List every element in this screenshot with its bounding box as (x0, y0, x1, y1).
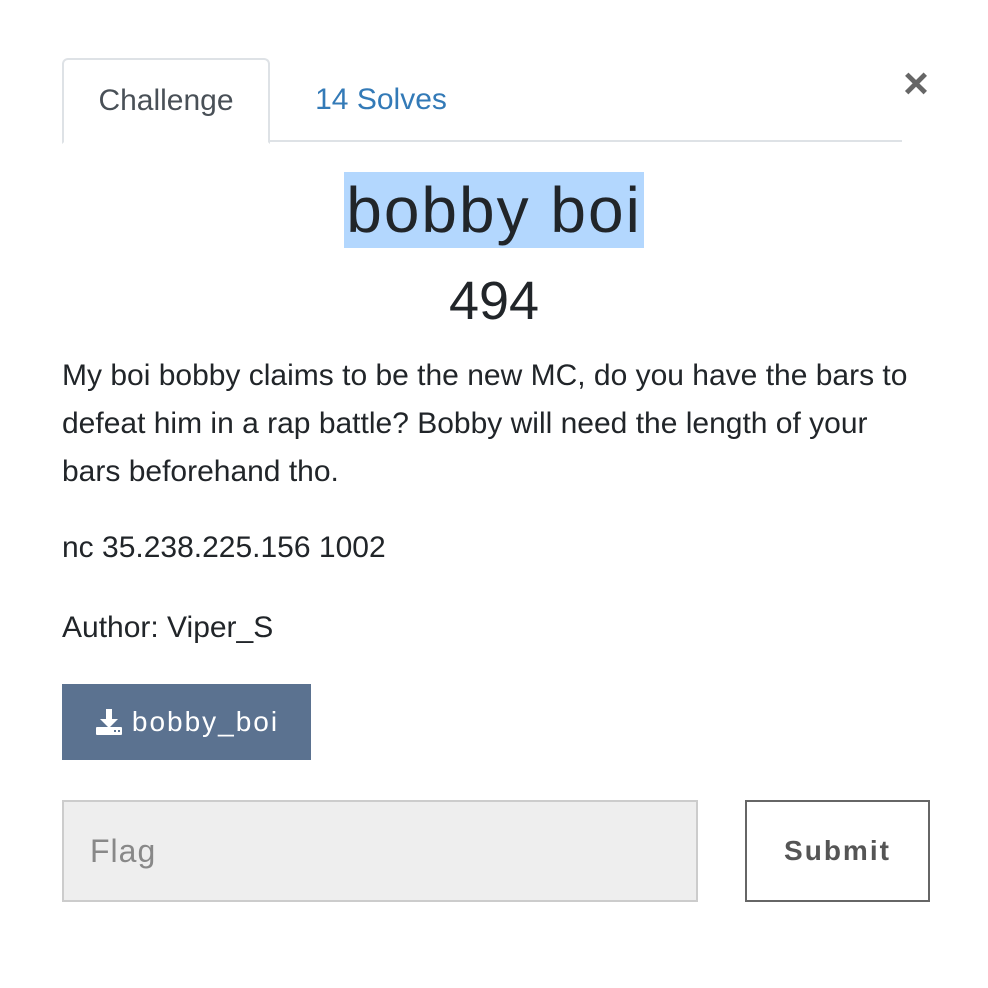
challenge-description: My boi bobby claims to be the new MC, do… (62, 359, 908, 488)
tab-bar: Challenge 14 Solves (62, 58, 902, 144)
author-line: Author: Viper_S (62, 611, 274, 644)
download-icon (95, 709, 122, 735)
file-download-label: bobby_boi (131, 706, 280, 737)
tab-solves[interactable]: 14 Solves (284, 58, 478, 142)
tab-challenge[interactable]: Challenge (62, 58, 270, 144)
challenge-name: bobby boi (344, 172, 644, 248)
flag-input[interactable] (62, 800, 698, 902)
connection-info: nc 35.238.225.156 1002 (62, 531, 386, 564)
challenge-value: 494 (448, 271, 540, 331)
title-container: bobby boi (0, 172, 988, 248)
submit-button[interactable]: Submit (745, 800, 930, 902)
file-download-button[interactable]: bobby_boi (62, 684, 311, 760)
close-icon[interactable]: × (896, 59, 936, 108)
challenge-modal: Challenge 14 Solves × bobby boi 494 My b… (0, 0, 988, 988)
